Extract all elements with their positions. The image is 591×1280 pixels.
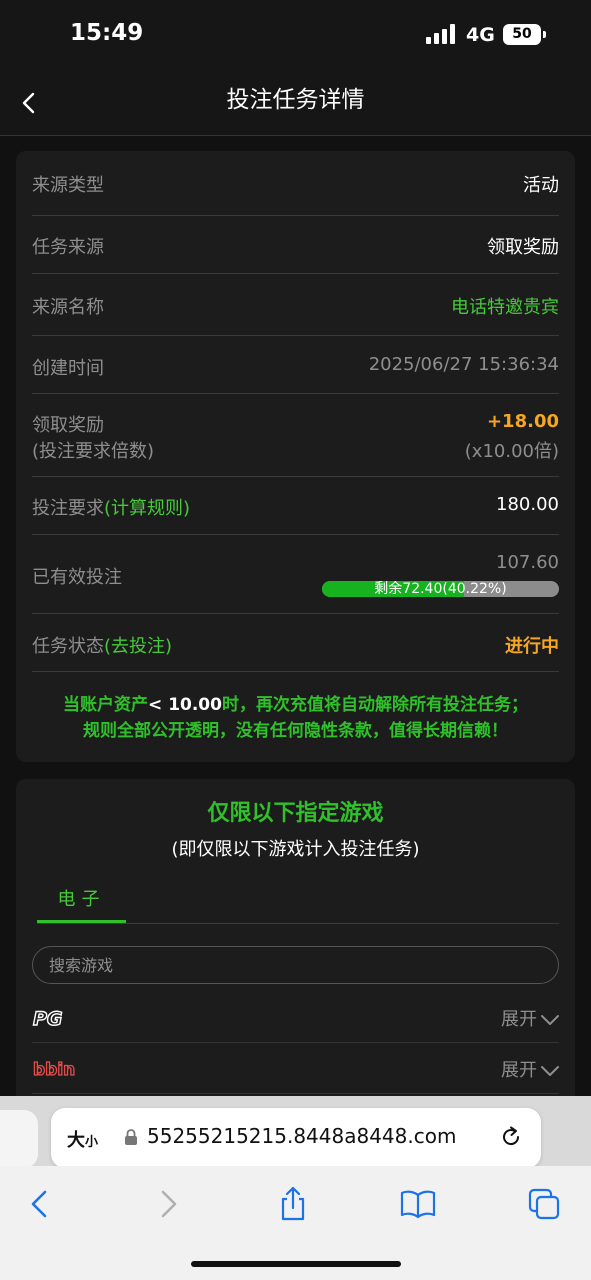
tabs-icon[interactable] bbox=[526, 1186, 562, 1222]
row-task-source: 任务来源 领取奖励 bbox=[32, 216, 559, 274]
source-name-label: 来源名称 bbox=[32, 297, 104, 318]
valid-bet-value: 107.60 bbox=[496, 552, 559, 573]
reward-value: +18.00 bbox=[486, 411, 559, 432]
rules-notice: 当账户资产< 10.00时，再次充值将自动解除所有投注任务； 规则全部公开透明，… bbox=[16, 692, 575, 744]
browser-back-icon[interactable] bbox=[22, 1186, 58, 1222]
row-source-name: 来源名称 电话特邀贵宾 bbox=[32, 274, 559, 336]
row-reward: 领取奖励 (投注要求倍数) +18.00 (x10.00倍) bbox=[32, 394, 559, 477]
task-status-value: 进行中 bbox=[505, 636, 559, 657]
lock-icon bbox=[125, 1129, 137, 1145]
status-bar: 15:49 4G 50 bbox=[0, 0, 591, 70]
pg-logo-icon: PG bbox=[32, 1007, 63, 1029]
search-input[interactable] bbox=[32, 946, 559, 984]
provider-row-pg[interactable]: PG 展开 bbox=[32, 993, 559, 1043]
browser-forward-icon[interactable] bbox=[150, 1186, 186, 1222]
task-source-value: 领取奖励 bbox=[487, 237, 559, 258]
expand-label: 展开 bbox=[501, 1060, 537, 1081]
calc-rules-link[interactable]: (计算规则) bbox=[104, 498, 190, 519]
go-bet-link[interactable]: (去投注) bbox=[104, 636, 172, 657]
notice-part2: 时，再次充值将自动解除所有投注任务； bbox=[221, 695, 528, 715]
tab-divider bbox=[37, 923, 559, 924]
status-time: 15:49 bbox=[70, 20, 144, 46]
text-size-button[interactable]: 大小 bbox=[67, 1126, 98, 1152]
source-name-value: 电话特邀贵宾 bbox=[451, 297, 559, 318]
row-created-time: 创建时间 2025/06/27 15:36:34 bbox=[32, 336, 559, 394]
share-icon[interactable] bbox=[275, 1186, 311, 1222]
battery-icon: 50 bbox=[503, 24, 541, 45]
valid-bet-label: 已有效投注 bbox=[32, 567, 122, 588]
text-size-small: 小 bbox=[85, 1135, 99, 1150]
svg-text:bbin: bbin bbox=[33, 1060, 75, 1080]
bet-progress-text: 剩余72.40(40.22%) bbox=[374, 581, 507, 597]
reward-label: 领取奖励 bbox=[32, 415, 104, 436]
home-indicator bbox=[191, 1261, 401, 1267]
expand-label: 展开 bbox=[501, 1009, 537, 1030]
bookmarks-icon[interactable] bbox=[400, 1186, 436, 1222]
browser-toolbar bbox=[0, 1166, 591, 1280]
notice-line-1: 当账户资产< 10.00时，再次充值将自动解除所有投注任务； bbox=[16, 692, 575, 718]
signal-icon bbox=[426, 24, 456, 44]
browser-address-bar[interactable]: 大小 55255215215.8448a8448.com bbox=[51, 1108, 541, 1168]
nav-bar: 投注任务详情 bbox=[0, 70, 591, 136]
network-type: 4G bbox=[466, 24, 495, 46]
source-type-label: 来源类型 bbox=[32, 175, 104, 196]
text-size-big: 大 bbox=[67, 1130, 85, 1151]
task-status-text: 任务状态 bbox=[32, 636, 104, 657]
created-time-label: 创建时间 bbox=[32, 358, 104, 379]
svg-text:PG: PG bbox=[33, 1008, 63, 1029]
notice-line-2: 规则全部公开透明，没有任何隐性条款，值得长期信赖！ bbox=[83, 721, 508, 741]
row-valid-bet: 已有效投注 107.60 剩余72.40(40.22%) bbox=[32, 535, 559, 614]
eligible-games-card: 仅限以下指定游戏 (即仅限以下游戏计入投注任务) 电子 PG 展开 bbin 展… bbox=[16, 779, 575, 1109]
provider-bbin-expand[interactable]: 展开 bbox=[501, 1056, 559, 1082]
task-status-label: 任务状态(去投注) bbox=[32, 632, 172, 658]
bet-requirement-value: 180.00 bbox=[496, 494, 559, 515]
row-source-type: 来源类型 活动 bbox=[32, 151, 559, 216]
provider-pg-expand[interactable]: 展开 bbox=[501, 1005, 559, 1031]
row-bet-requirement: 投注要求(计算规则) 180.00 bbox=[32, 477, 559, 535]
previous-tab-preview[interactable] bbox=[0, 1110, 38, 1168]
url-text: 55255215215.8448a8448.com bbox=[147, 1124, 457, 1148]
task-details-card: 来源类型 活动 任务来源 领取奖励 来源名称 电话特邀贵宾 创建时间 2025/… bbox=[16, 151, 575, 762]
reward-multiplier: (x10.00倍) bbox=[464, 441, 559, 462]
bbin-logo-icon: bbin bbox=[32, 1059, 76, 1080]
games-title: 仅限以下指定游戏 bbox=[207, 801, 384, 826]
chevron-down-icon bbox=[541, 1015, 559, 1025]
chevron-down-icon bbox=[541, 1066, 559, 1076]
bet-requirement-label: 投注要求(计算规则) bbox=[32, 494, 190, 520]
row-task-status: 任务状态(去投注) 进行中 bbox=[32, 614, 559, 672]
games-subtitle: (即仅限以下游戏计入投注任务) bbox=[171, 839, 420, 860]
bet-requirement-text: 投注要求 bbox=[32, 498, 104, 519]
page-title: 投注任务详情 bbox=[226, 87, 365, 113]
source-type-value: 活动 bbox=[523, 175, 559, 196]
created-time-value: 2025/06/27 15:36:34 bbox=[368, 354, 559, 375]
battery-tip bbox=[543, 31, 546, 38]
notice-part1: 当账户资产 bbox=[63, 695, 149, 715]
reload-icon[interactable] bbox=[499, 1125, 523, 1149]
task-source-label: 任务来源 bbox=[32, 237, 104, 258]
tab-electronic[interactable]: 电子 bbox=[37, 885, 126, 911]
provider-row-bbin[interactable]: bbin 展开 bbox=[32, 1044, 559, 1094]
notice-threshold: < 10.00 bbox=[148, 695, 222, 715]
bet-progress-bar: 剩余72.40(40.22%) bbox=[322, 581, 559, 597]
reward-sublabel: (投注要求倍数) bbox=[32, 441, 155, 462]
